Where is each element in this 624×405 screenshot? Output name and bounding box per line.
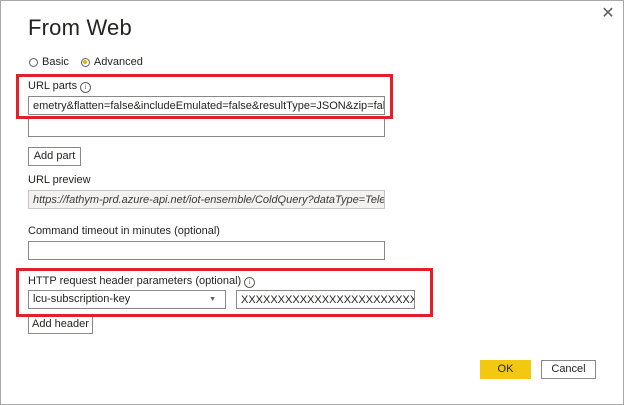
url-parts-label-text: URL parts	[28, 80, 78, 92]
header-key-select[interactable]: lcu-subscription-key ▼	[28, 290, 226, 309]
close-icon[interactable]: ✕	[599, 5, 617, 23]
cancel-button[interactable]: Cancel	[541, 360, 596, 379]
chevron-down-icon: ▼	[209, 296, 216, 303]
url-part-2-input[interactable]	[28, 118, 385, 137]
radio-advanced-indicator	[80, 57, 90, 67]
radio-basic-label: Basic	[42, 56, 69, 68]
radio-advanced[interactable]: Advanced	[80, 56, 143, 68]
radio-basic[interactable]: Basic	[29, 56, 69, 68]
headers-label-text: HTTP request header parameters (optional…	[28, 275, 242, 287]
url-parts-label: URL parts i	[28, 80, 92, 93]
from-web-dialog: From Web ✕ Basic Advanced URL parts i eme…	[0, 0, 624, 405]
headers-label: HTTP request header parameters (optional…	[28, 275, 256, 288]
timeout-input[interactable]	[28, 241, 385, 260]
info-icon[interactable]: i	[244, 277, 256, 288]
url-preview-label: URL preview	[28, 174, 91, 186]
info-icon[interactable]: i	[80, 82, 92, 93]
header-value-input[interactable]: XXXXXXXXXXXXXXXXXXXXXXXXXXXXXX	[236, 290, 415, 309]
add-part-button[interactable]: Add part	[28, 147, 81, 166]
timeout-label: Command timeout in minutes (optional)	[28, 225, 220, 237]
header-key-value: lcu-subscription-key	[33, 293, 131, 305]
radio-advanced-label: Advanced	[93, 56, 143, 68]
url-preview-field: https://fathym-prd.azure-api.net/iot-ens…	[28, 190, 385, 209]
add-header-button[interactable]: Add header	[28, 315, 93, 334]
mode-radio-group: Basic Advanced	[29, 56, 155, 68]
url-part-1-input[interactable]: emetry&flatten=false&includeEmulated=fal…	[28, 96, 385, 115]
radio-basic-indicator	[29, 57, 38, 67]
dialog-title: From Web	[28, 15, 132, 40]
ok-button[interactable]: OK	[480, 360, 531, 379]
